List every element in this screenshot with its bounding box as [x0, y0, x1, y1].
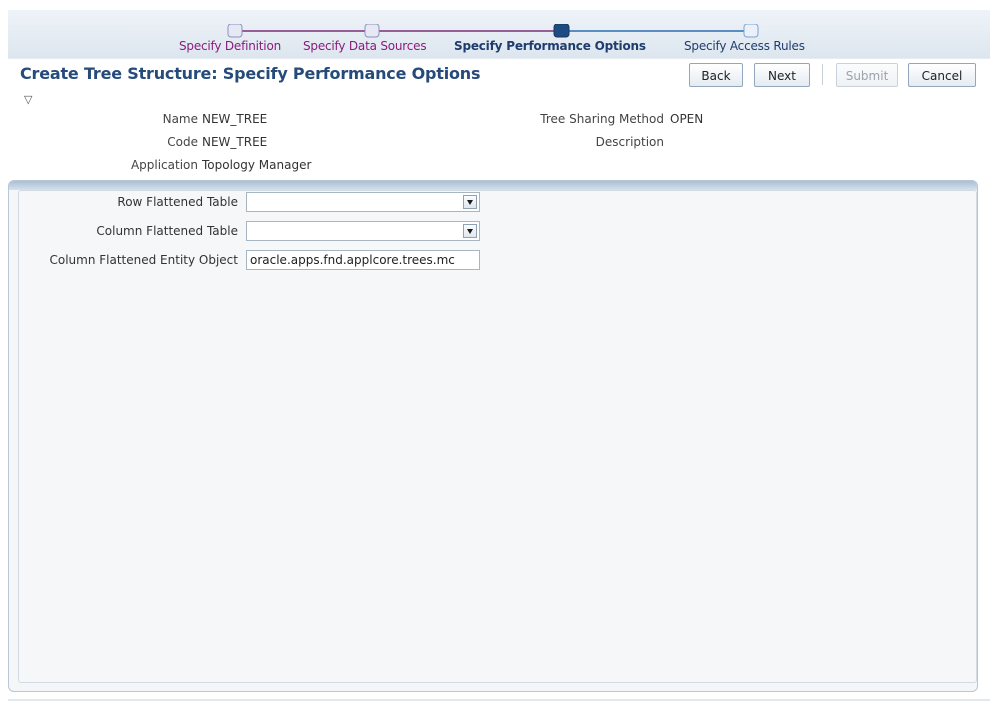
- train-stop-future-icon[interactable]: [743, 24, 759, 38]
- row-flattened-table-select[interactable]: [246, 192, 480, 212]
- train-stop-current-icon: [553, 24, 570, 38]
- train-step-specify-definition[interactable]: Specify Definition: [179, 39, 281, 53]
- train-stop-visited-icon[interactable]: [364, 24, 380, 38]
- train-step-specify-performance-options: Specify Performance Options: [454, 39, 646, 53]
- description-label: Description: [595, 135, 664, 149]
- submit-button[interactable]: Submit: [836, 63, 898, 87]
- code-label: Code: [167, 135, 198, 149]
- tree-sharing-method-label: Tree Sharing Method: [540, 112, 664, 126]
- button-separator: [822, 64, 823, 85]
- column-flattened-table-select[interactable]: [246, 221, 480, 241]
- dropdown-arrow-icon[interactable]: [463, 195, 477, 209]
- train-step-specify-data-sources[interactable]: Specify Data Sources: [303, 39, 427, 53]
- train-step-specify-access-rules[interactable]: Specify Access Rules: [684, 39, 805, 53]
- name-value: NEW_TREE: [202, 112, 268, 126]
- collapse-toggle-icon[interactable]: ▽: [24, 93, 32, 106]
- dropdown-arrow-icon[interactable]: [463, 224, 477, 238]
- tree-sharing-method-value: OPEN: [670, 112, 704, 126]
- column-flattened-table-label: Column Flattened Table: [96, 224, 238, 238]
- application-label: Application: [130, 158, 198, 172]
- row-flattened-table-label: Row Flattened Table: [117, 195, 238, 209]
- next-button[interactable]: Next: [754, 63, 810, 87]
- column-flattened-entity-object-input[interactable]: [246, 250, 480, 270]
- back-button[interactable]: Back: [689, 63, 743, 87]
- column-flattened-entity-object-label: Column Flattened Entity Object: [49, 253, 238, 267]
- cancel-button[interactable]: Cancel: [908, 63, 976, 87]
- name-label: Name: [162, 112, 198, 126]
- page-title: Create Tree Structure: Specify Performan…: [20, 64, 481, 83]
- panel-header-bar: [9, 181, 977, 190]
- train-stop-visited-icon[interactable]: [227, 24, 243, 38]
- application-value: Topology Manager: [202, 158, 312, 172]
- bottom-divider: [8, 699, 990, 701]
- code-value: NEW_TREE: [202, 135, 268, 149]
